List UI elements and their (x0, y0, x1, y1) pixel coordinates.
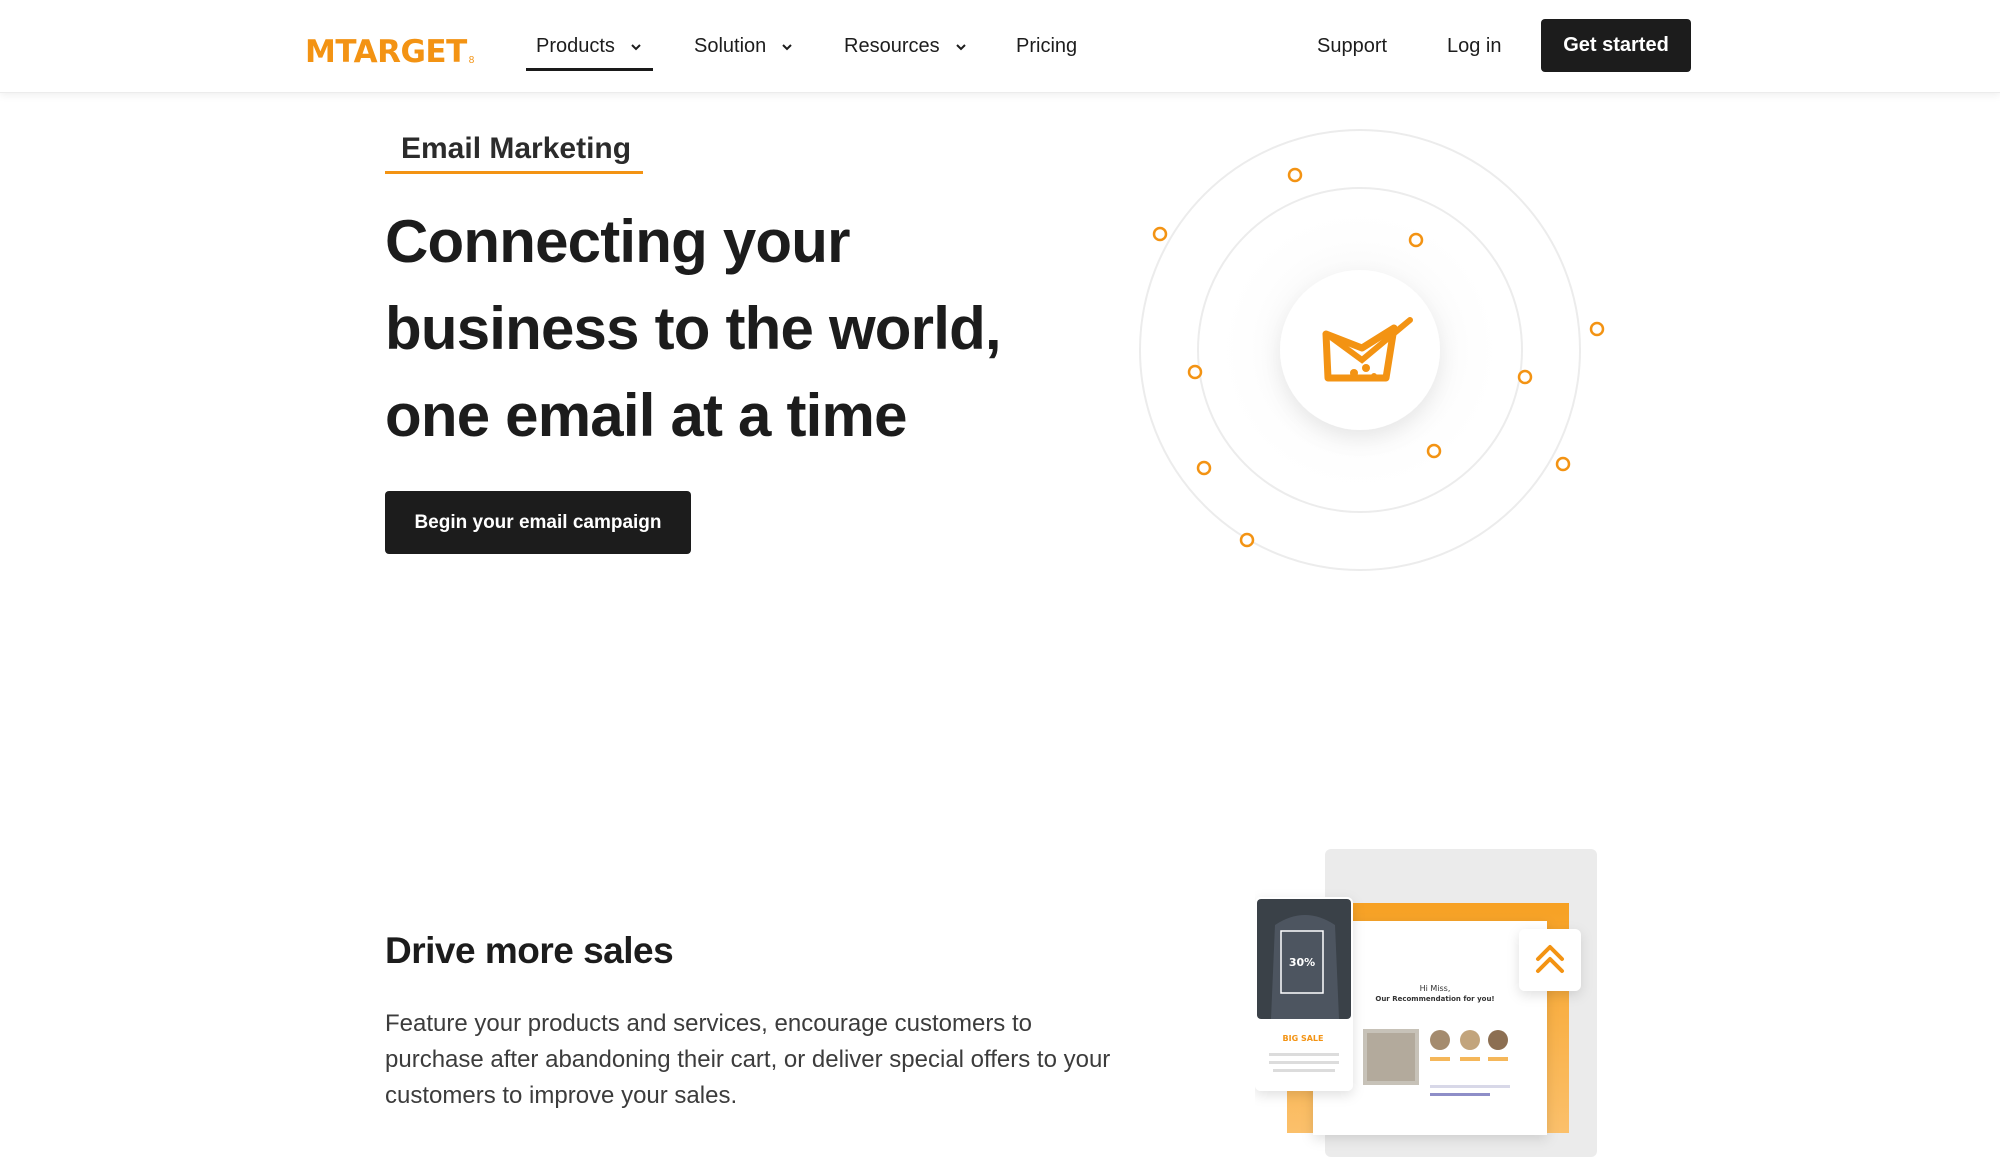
nav-resources-label: Resources (844, 35, 940, 57)
chevron-down-icon (631, 43, 641, 50)
logo-sub: 8 (468, 55, 475, 66)
login-label: Log in (1447, 35, 1502, 57)
promo-badge: 30% (1289, 956, 1315, 969)
chevron-down-icon (782, 43, 792, 50)
nav-solution-label: Solution (694, 35, 767, 57)
nav-pricing[interactable]: Pricing (1016, 0, 1077, 93)
site-header: MTARGET 8 Products Solution Resources Pr… (0, 0, 2000, 93)
get-started-button[interactable]: Get started (1541, 19, 1691, 72)
logo[interactable]: MTARGET 8 (305, 24, 474, 68)
section-body: Feature your products and services, enco… (385, 1010, 1111, 1109)
hero-title: Connecting your business to the world, o… (385, 198, 1045, 459)
login-link[interactable]: Log in (1447, 0, 1502, 93)
chevron-down-icon (955, 43, 966, 50)
promo-sale-label: BIG SALE (1283, 1034, 1324, 1043)
nav-products-label: Products (536, 35, 615, 57)
promo-illustration: Hi Miss, Our Recommendation for you! 30%… (1255, 849, 1597, 1157)
nav-pricing-label: Pricing (1016, 35, 1078, 57)
promo-greeting-2: Our Recommendation for you! (1375, 995, 1494, 1003)
hero-title-line: Connecting your (385, 208, 850, 275)
section-title: Drive more sales (385, 930, 674, 971)
nav-products[interactable]: Products (526, 0, 653, 93)
hero-title-line: business to the world, (385, 295, 1002, 362)
support-label: Support (1317, 35, 1388, 57)
hero-title-line: one email at a time (385, 382, 907, 449)
logo-text: MTARGET (305, 34, 467, 70)
eyebrow-tag: Email Marketing (385, 128, 643, 174)
eyebrow-text: Email Marketing (401, 132, 632, 165)
support-link[interactable]: Support (1317, 0, 1387, 93)
promo-greeting-1: Hi Miss, (1420, 984, 1451, 993)
begin-campaign-button[interactable]: Begin your email campaign (385, 491, 691, 554)
nav-solution[interactable]: Solution (694, 0, 794, 93)
nav-resources[interactable]: Resources (844, 0, 968, 93)
orbit-illustration (1139, 129, 1605, 571)
